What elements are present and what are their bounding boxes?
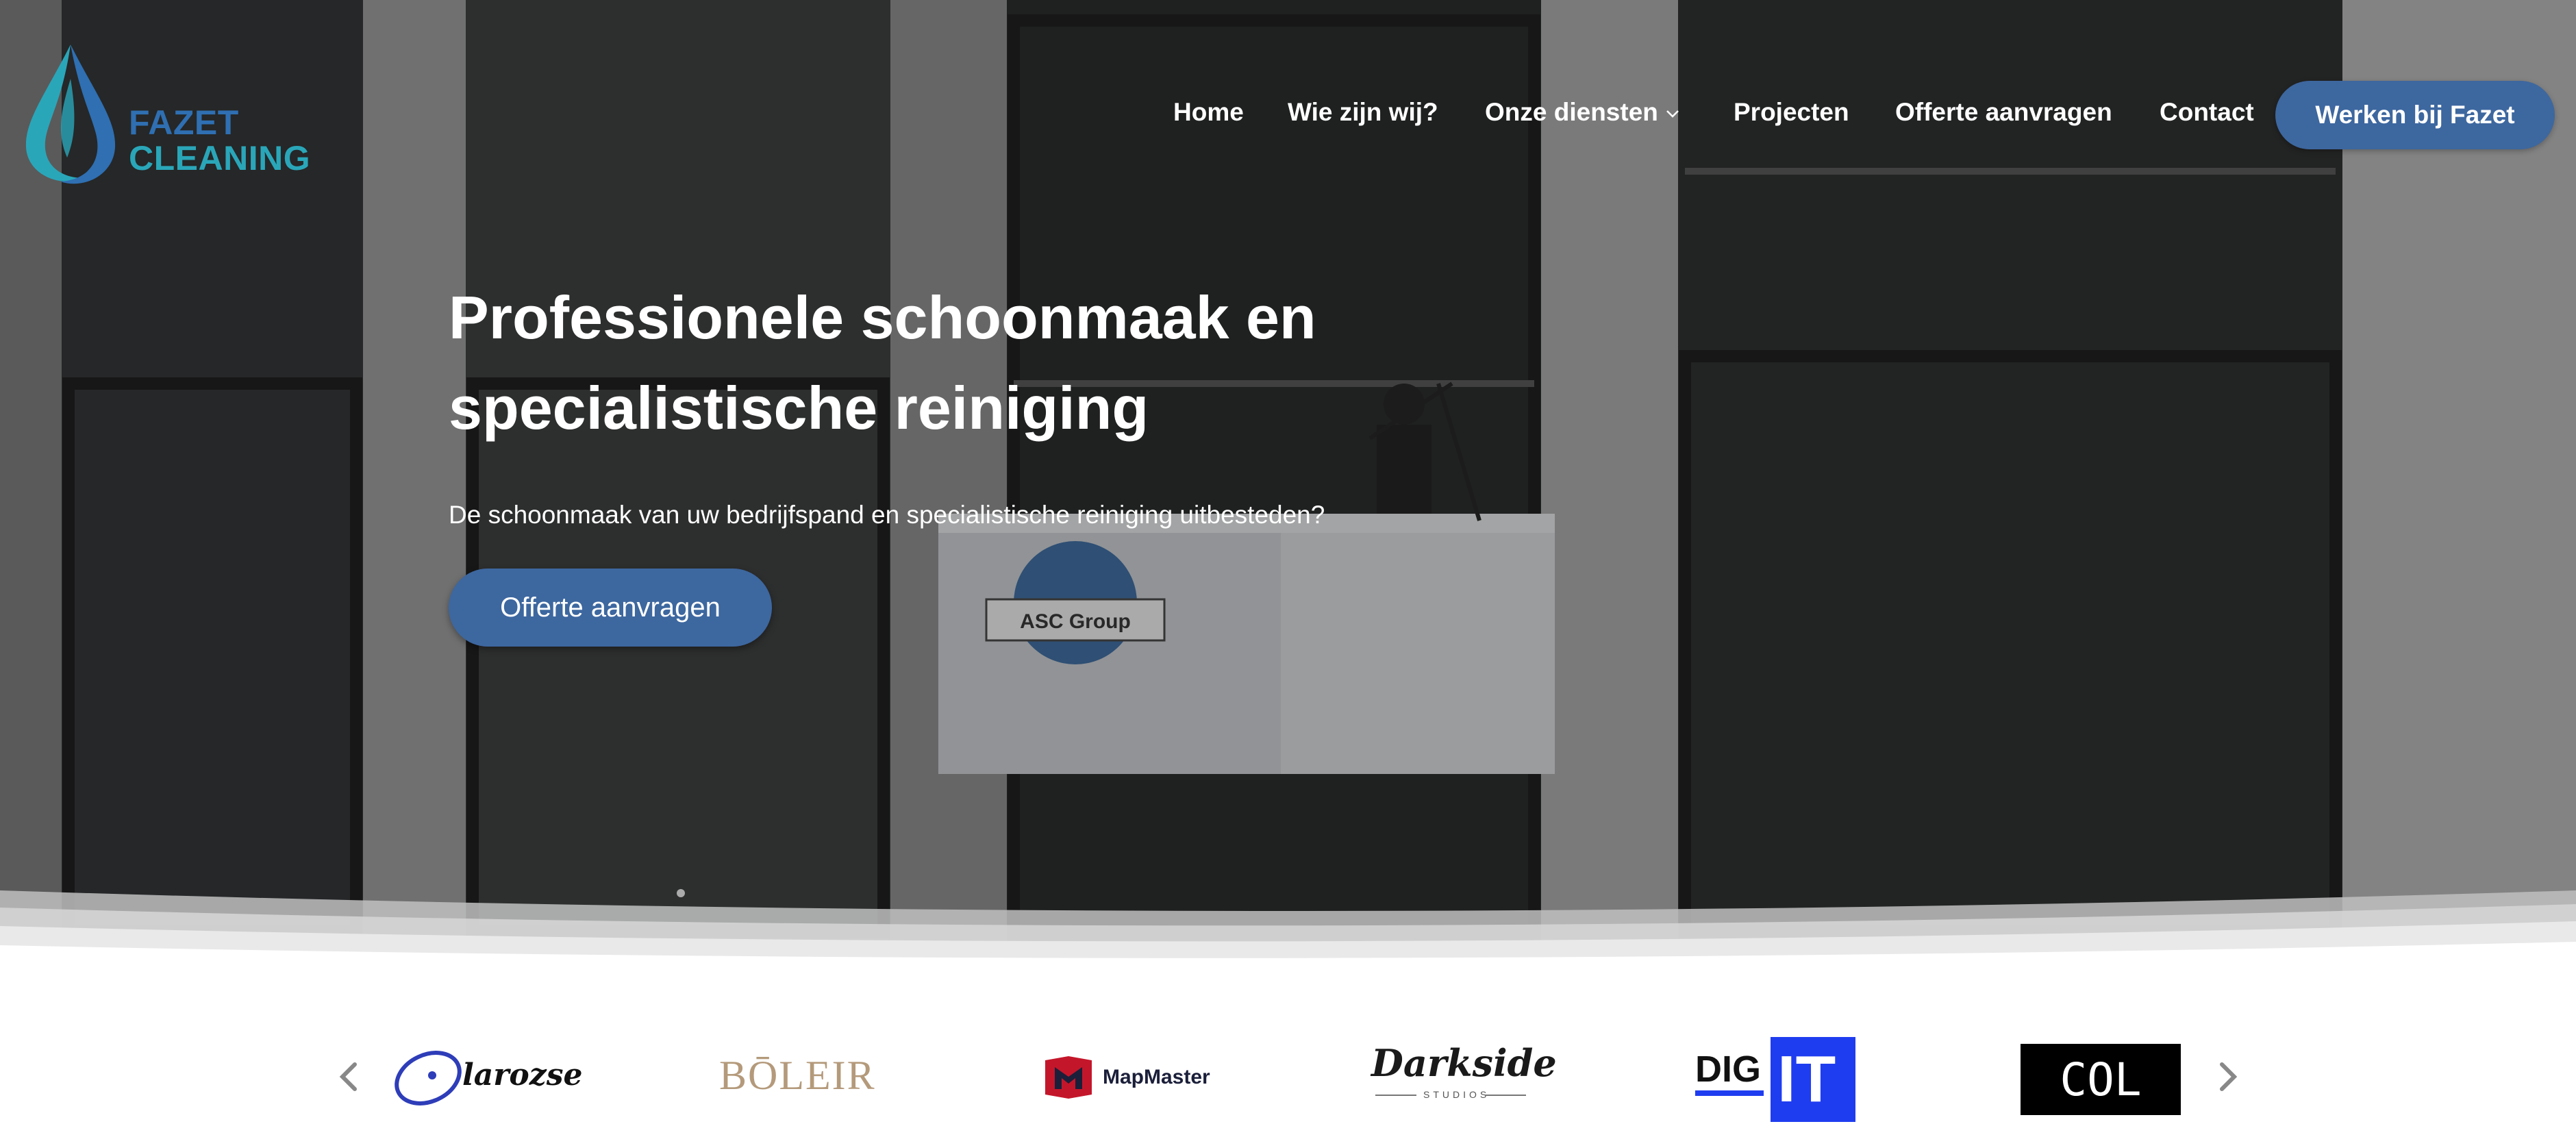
hero-subtitle: De schoonmaak van uw bedrijfspand en spe…	[449, 501, 1325, 529]
darkside-rule-left	[1375, 1095, 1416, 1096]
partner-logos-carousel: larozse BŌLEIR MapMaster Darkside STUDIO…	[0, 959, 2576, 1137]
chevron-right-icon[interactable]	[2207, 1056, 2248, 1097]
nav-item-wie-zijn-wij[interactable]: Wie zijn wij?	[1288, 96, 1438, 129]
partner-logo-darkside-tagline: STUDIOS	[1423, 1089, 1490, 1100]
nav-item-contact[interactable]: Contact	[2160, 96, 2254, 129]
logo-line2: CLEANING	[129, 139, 311, 177]
hero-title-line1: Professionele schoonmaak en	[449, 284, 1316, 351]
digit-underline	[1695, 1090, 1764, 1096]
partner-logo-darkside: Darkside STUDIOS	[1368, 1027, 1557, 1116]
hero-overlay	[0, 0, 2576, 959]
nav-item-projecten[interactable]: Projecten	[1734, 96, 1849, 129]
partner-logo-larozse: larozse	[394, 1027, 583, 1116]
nav-item-home[interactable]: Home	[1173, 96, 1244, 129]
werken-bij-fazet-button[interactable]: Werken bij Fazet	[2275, 81, 2555, 149]
hero-wave-divider	[0, 890, 2576, 959]
chevron-down-icon	[1666, 110, 1679, 118]
chevron-left-icon[interactable]	[329, 1056, 370, 1097]
hero-section: ASC Group FAZET CLEANING Home Wie zijn w…	[0, 0, 2576, 959]
partner-logo-boleir-text: BŌLEIR	[719, 1053, 876, 1098]
nav-item-onze-diensten-label: Onze diensten	[1485, 98, 1658, 126]
partner-logo-mapmaster-text: MapMaster	[1103, 1066, 1210, 1088]
partner-logo-digit-suffix: IT	[1777, 1042, 1836, 1116]
nav-item-onze-diensten[interactable]: Onze diensten	[1485, 96, 1680, 129]
darkside-rule-right	[1485, 1095, 1526, 1096]
main-nav: Home Wie zijn wij? Onze diensten Project…	[0, 96, 2576, 129]
partner-logo-larozse-text: larozse	[462, 1058, 583, 1092]
offerte-aanvragen-button[interactable]: Offerte aanvragen	[449, 568, 772, 647]
col-box: COL	[2021, 1044, 2181, 1115]
hero-title: Professionele schoonmaak en specialistis…	[449, 273, 1545, 453]
partner-logo-col: COL	[2021, 1027, 2185, 1116]
partner-logo-boleir: BŌLEIR	[719, 1027, 884, 1116]
partner-logo-darkside-text: Darkside	[1371, 1041, 1557, 1085]
partner-logo-mapmaster: MapMaster	[1042, 1027, 1214, 1116]
partner-logo-col-text: COL	[2060, 1053, 2142, 1106]
partner-logo-digit-text: DIG	[1695, 1049, 1762, 1090]
hero-title-line2: specialistische reiniging	[449, 374, 1149, 442]
nav-item-offerte-aanvragen[interactable]: Offerte aanvragen	[1895, 96, 2112, 129]
partner-logo-digit: DIG IT	[1695, 1027, 1860, 1122]
mapmaster-mark-icon	[1045, 1056, 1092, 1099]
digit-box: IT	[1771, 1037, 1855, 1122]
